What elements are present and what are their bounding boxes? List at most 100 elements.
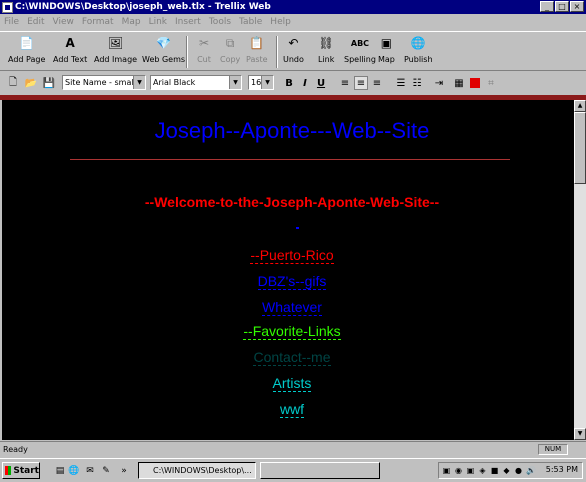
add-text-button[interactable]: A Add Text [53, 35, 87, 69]
bullet-list-icon[interactable]: ☷ [410, 76, 424, 90]
paste-button[interactable]: 📋 Paste [246, 35, 268, 69]
format-toolbar: 🗋 📂 💾 Site Name - small ▼ Arial Black ▼ … [0, 72, 586, 94]
bold-button[interactable]: B [282, 76, 296, 90]
windows-logo-icon [5, 466, 12, 475]
link-label: wwf [279, 401, 305, 418]
style-select[interactable]: Site Name - small ▼ [62, 75, 146, 90]
close-button[interactable]: × [570, 1, 584, 12]
menu-view[interactable]: View [53, 17, 74, 27]
page-title[interactable]: Joseph--Aponte---Web--Site [2, 118, 574, 144]
taskbar-item-empty[interactable] [260, 462, 380, 479]
scroll-up-icon[interactable]: ▲ [574, 100, 586, 112]
text-color-icon[interactable] [468, 76, 482, 90]
outlook-icon[interactable]: ✉ [84, 465, 96, 477]
save-icon[interactable]: 💾 [42, 76, 56, 90]
channels-icon[interactable]: ✎ [100, 465, 112, 477]
open-folder-icon[interactable]: 📂 [24, 76, 38, 90]
link-label: DBZ's--gifs [257, 273, 327, 290]
font-select[interactable]: Arial Black ▼ [150, 75, 242, 90]
menu-help[interactable]: Help [270, 17, 291, 27]
special-char-icon[interactable]: ⌗ [484, 76, 498, 90]
link-contact-me[interactable]: Contact--me [2, 349, 574, 366]
tray-app-icon[interactable]: ▣ [442, 466, 451, 475]
link-favorite-links[interactable]: --Favorite-Links [2, 323, 574, 340]
link-whatever[interactable]: Whatever [2, 299, 574, 316]
publish-icon: 🌐 [410, 36, 426, 50]
chevron-down-icon[interactable]: ▼ [133, 76, 145, 89]
link-artists[interactable]: Artists [2, 375, 574, 392]
spelling-button[interactable]: ABC Spelling [344, 35, 376, 69]
undo-button[interactable]: ↶ Undo [283, 35, 304, 69]
table-icon[interactable]: ▦ [452, 76, 466, 90]
tray-app-icon[interactable]: ◈ [478, 466, 487, 475]
menu-format[interactable]: Format [82, 17, 114, 27]
link-puerto-rico[interactable]: --Puerto-Rico [2, 247, 574, 264]
chevron-down-icon[interactable]: ▼ [229, 76, 241, 89]
add-image-button[interactable]: 🖼 Add Image [94, 35, 137, 69]
tray-app-icon[interactable]: ● [514, 466, 523, 475]
cut-button[interactable]: ✂ Cut [196, 35, 212, 69]
tray-app-icon[interactable]: ◆ [502, 466, 511, 475]
menu-table[interactable]: Table [239, 17, 262, 27]
taskbar-item-trellix[interactable]: C:\WINDOWS\Desktop\... [138, 462, 256, 479]
numbered-list-icon[interactable]: ☰ [394, 76, 408, 90]
chevron-down-icon[interactable]: ▼ [261, 76, 273, 89]
menu-tools[interactable]: Tools [209, 17, 231, 27]
undo-icon: ↶ [288, 36, 299, 50]
system-tray: ▣ ◉ ▣ ◈ ■ ◆ ● 🔊 5:53 PM [438, 462, 583, 479]
link-dbz-gifs[interactable]: DBZ's--gifs [2, 273, 574, 290]
align-right-icon[interactable]: ≡ [370, 76, 384, 90]
link-label: Whatever [262, 299, 322, 316]
tray-app-icon[interactable]: ▣ [466, 466, 475, 475]
window-title: C:\WINDOWS\Desktop\joseph_web.tlx - Trel… [15, 2, 271, 12]
italic-button[interactable]: I [298, 76, 312, 90]
start-button[interactable]: Start [2, 462, 40, 479]
toolbar-separator [276, 36, 278, 68]
clock[interactable]: 5:53 PM [546, 465, 578, 474]
vertical-scrollbar[interactable]: ▲ ▼ [574, 100, 586, 440]
map-button[interactable]: ▣ Map [378, 35, 395, 69]
toolbar-separator [186, 36, 188, 68]
maximize-button[interactable]: □ [555, 1, 569, 12]
add-image-icon: 🖼 [107, 36, 124, 50]
title-bar: C:\WINDOWS\Desktop\joseph_web.tlx - Trel… [0, 0, 586, 14]
chain-link-icon: ⛓ [318, 36, 334, 50]
more-icon[interactable]: » [118, 465, 130, 477]
menu-bar: File Edit View Format Map Link Insert To… [0, 14, 586, 30]
minimize-button[interactable]: _ [540, 1, 554, 12]
publish-button[interactable]: 🌐 Publish [404, 35, 433, 69]
desktop-icon[interactable]: ▤ [54, 465, 66, 477]
new-file-icon[interactable]: 🗋 [6, 76, 20, 90]
underline-button[interactable]: U [314, 76, 328, 90]
welcome-heading[interactable]: --Welcome-to-the-Joseph-Aponte-Web-Site-… [2, 194, 574, 210]
web-gems-button[interactable]: 💎 Web Gems [142, 35, 185, 69]
status-bar: Ready NUM [0, 441, 586, 457]
scroll-down-icon[interactable]: ▼ [574, 428, 586, 440]
scroll-thumb[interactable] [574, 112, 586, 184]
app-icon[interactable] [2, 1, 13, 13]
align-center-icon[interactable]: ≡ [354, 76, 368, 90]
link-button[interactable]: ⛓ Link [318, 35, 334, 69]
indent-icon[interactable]: ⇥ [432, 76, 446, 90]
document-canvas[interactable]: Joseph--Aponte---Web--Site --Welcome-to-… [2, 100, 574, 440]
link-wwf[interactable]: wwf [2, 401, 574, 418]
menu-map[interactable]: Map [122, 17, 141, 27]
copy-icon: ⧉ [225, 35, 235, 50]
menu-insert[interactable]: Insert [175, 17, 201, 27]
tray-app-icon[interactable]: ◉ [454, 466, 463, 475]
menu-link[interactable]: Link [149, 17, 167, 27]
add-page-button[interactable]: 📄 Add Page [8, 35, 45, 69]
browser-icon[interactable]: 🌐 [68, 465, 80, 477]
num-lock-indicator: NUM [538, 444, 568, 455]
align-left-icon[interactable]: ≡ [338, 76, 352, 90]
add-text-icon: A [65, 36, 75, 50]
volume-icon[interactable]: 🔊 [526, 466, 536, 475]
web-gems-icon: 💎 [156, 36, 171, 50]
main-toolbar: 📄 Add Page A Add Text 🖼 Add Image 💎 Web … [0, 31, 586, 71]
copy-button[interactable]: ⧉ Copy [220, 35, 240, 69]
font-size-select[interactable]: 16 ▼ [248, 75, 274, 90]
menu-file[interactable]: File [4, 17, 19, 27]
link-label: --Puerto-Rico [250, 247, 334, 264]
menu-edit[interactable]: Edit [27, 17, 44, 27]
tray-app-icon[interactable]: ■ [490, 466, 499, 475]
